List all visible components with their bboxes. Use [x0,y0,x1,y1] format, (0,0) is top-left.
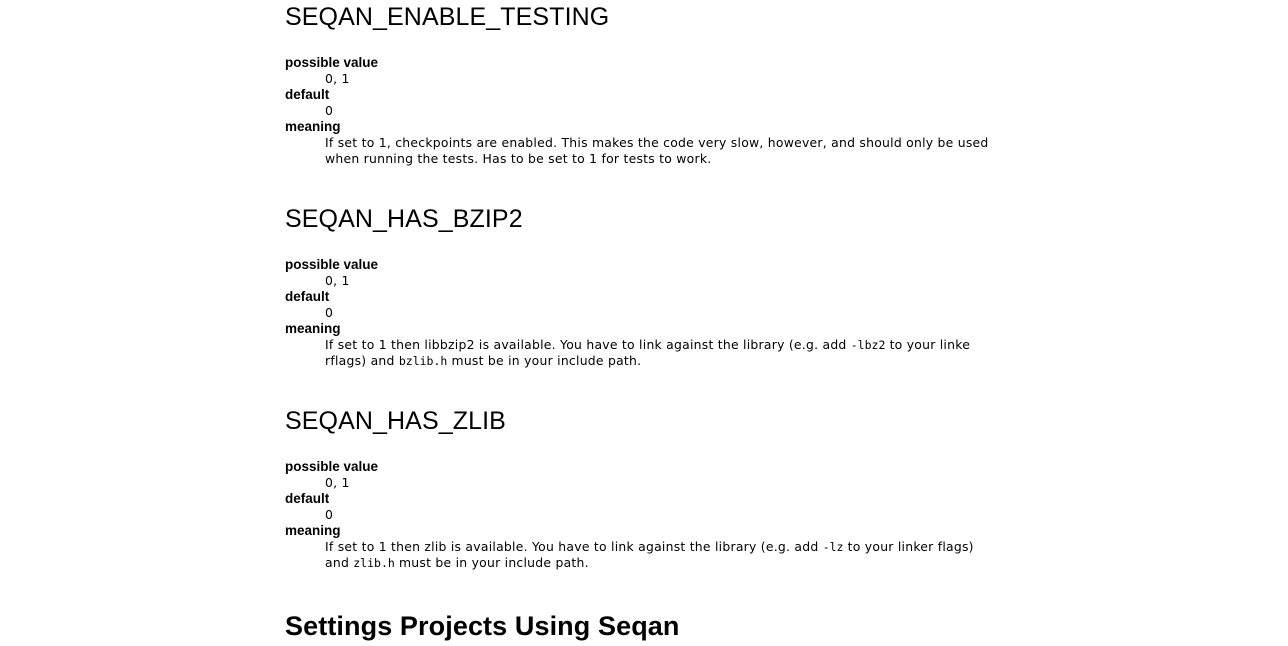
meaning-label: meaning [285,523,341,538]
inline-code: zlib.h [353,556,395,570]
default-label: default [285,87,330,102]
section-title: SEQAN_HAS_BZIP2 [285,205,523,233]
possible-value-label: possible value [285,459,379,474]
section-seqan-has-zlib: SEQAN_HAS_ZLIB possible value 0, 1 defau… [285,406,1045,570]
possible-value: 0, 1 [325,475,350,490]
possible-value: 0, 1 [325,273,350,288]
inline-code: -lz [822,540,844,554]
inline-code: -lbz2 [850,338,886,352]
meaning-text-part: and [325,555,354,570]
section-seqan-enable-testing: SEQAN_ENABLE_TESTING possible value 0, 1… [285,2,1045,166]
property-list: possible value 0, 1 default 0 meaning If… [285,55,1045,167]
meaning-text: If set to 1 then zlib is available. You … [325,539,1045,571]
meaning-text-part: If set to 1 then libbzip2 is available. … [325,337,851,352]
meaning-text-part: must be in your include path. [394,555,589,570]
meaning-text-part: to your linker flags) [843,539,974,554]
property-list: possible value 0, 1 default 0 meaning If… [285,257,1045,369]
meaning-label: meaning [285,321,341,336]
possible-value-label: possible value [285,55,379,70]
meaning-text: If set to 1 then libbzip2 is available. … [325,337,1045,369]
meaning-text-part: to your linke [885,337,971,352]
meaning-label: meaning [285,119,341,134]
settings-heading: Settings Projects Using Seqan [285,611,680,641]
section-seqan-has-bzip2: SEQAN_HAS_BZIP2 possible value 0, 1 defa… [285,204,1045,368]
section-title: SEQAN_ENABLE_TESTING [285,3,610,31]
meaning-text-part: must be in your include path. [447,353,642,368]
meaning-text-part: rflags) and [325,353,399,368]
section-title: SEQAN_HAS_ZLIB [285,407,506,435]
possible-value: 0, 1 [325,71,350,86]
default-label: default [285,289,330,304]
meaning-text: If set to 1, checkpoints are enabled. Th… [325,135,1045,167]
meaning-text-part: If set to 1 then zlib is available. You … [325,539,823,554]
inline-code: bzlib.h [398,354,448,368]
default-value: 0 [325,507,334,522]
default-value: 0 [325,305,334,320]
meaning-line: when running the tests. Has to be set to… [325,151,712,166]
meaning-line: If set to 1, checkpoints are enabled. Th… [325,135,989,150]
default-label: default [285,491,330,506]
possible-value-label: possible value [285,257,379,272]
property-list: possible value 0, 1 default 0 meaning If… [285,459,1045,571]
default-value: 0 [325,103,334,118]
